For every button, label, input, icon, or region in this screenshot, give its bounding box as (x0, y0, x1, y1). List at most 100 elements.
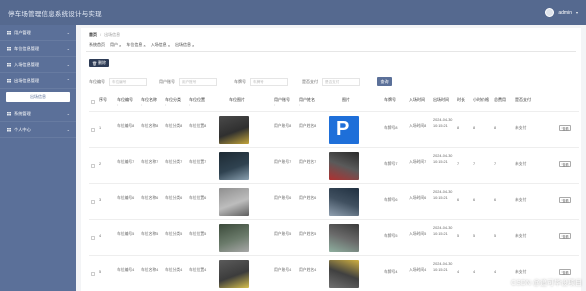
car-image[interactable] (329, 152, 359, 180)
user-account-input[interactable]: 用户账号 (179, 78, 217, 86)
car-image[interactable] (329, 224, 359, 252)
sidebar-item-entry[interactable]: 入场信息管理 ⌄ (0, 57, 76, 73)
user-menu[interactable]: admin ▾ (545, 8, 578, 17)
space-image[interactable] (219, 188, 249, 216)
car-image[interactable]: P (329, 116, 359, 144)
cell-dur: 7 (457, 162, 460, 166)
divider (86, 51, 576, 52)
cell-loc: 车位位置5 (189, 232, 207, 236)
cell-user: 用户账号8 (274, 124, 292, 128)
sidebar-item-users[interactable]: 用户管理 ⌄ (0, 25, 76, 41)
space-image[interactable] (219, 116, 249, 144)
delete-button[interactable]: 🗑 删除 (89, 59, 109, 67)
row-checkbox[interactable] (91, 200, 95, 204)
plate-input[interactable]: 车牌号 (250, 78, 288, 86)
car-image[interactable] (329, 188, 359, 216)
cell-code: 车位编号6 (117, 196, 135, 200)
cell-name: 车位名称5 (141, 232, 159, 236)
cell-cat: 车位分类7 (165, 160, 183, 164)
col-user-account[interactable]: 用户账号 ↕ (274, 97, 290, 107)
search-field-space-code: 车位编号 车位编号 (89, 77, 147, 87)
cell-total: 7 (494, 162, 497, 166)
tab-users[interactable]: 用户 × (110, 42, 121, 48)
cell-price: 6 (473, 198, 476, 202)
cell-uname: 用户姓名6 (299, 196, 317, 200)
cell-idx: 1 (99, 126, 102, 130)
col-paid: 是否支付 (515, 97, 531, 102)
car-image[interactable] (329, 260, 359, 288)
breadcrumb-home[interactable]: 首页 (89, 32, 97, 38)
cell-out: 2024-04-30 10:15:21 (433, 262, 453, 272)
select-all-checkbox[interactable] (91, 100, 95, 104)
view-button[interactable]: ◦ 查看 (559, 197, 571, 203)
row-checkbox[interactable] (91, 272, 95, 276)
cell-price: 4 (473, 270, 476, 274)
cell-cat: 车位分类6 (165, 196, 183, 200)
cell-out: 2024-04-30 10:15:21 (433, 226, 453, 236)
view-button[interactable]: ◦ 查看 (559, 269, 571, 275)
chevron-down-icon: ⌄ (66, 127, 70, 132)
cell-price: 5 (473, 234, 476, 238)
col-exit-time: 出场时间 (433, 97, 449, 102)
row-checkbox[interactable] (91, 128, 95, 132)
cell-uname: 用户姓名7 (299, 160, 317, 164)
chevron-down-icon: ⌄ (66, 30, 70, 35)
search-field-user-account: 用户账号 用户账号 (159, 77, 217, 87)
cell-dur: 8 (457, 126, 460, 130)
paid-input[interactable]: 是否支付 (322, 78, 360, 86)
col-space-location[interactable]: 车位位置 ↕ (189, 97, 205, 107)
cell-plate: 车牌号8 (384, 126, 398, 130)
tag-tabs: 系统首页 用户 × 车位信息 × 入场信息 × 出场信息 × (89, 42, 194, 48)
tab-spaces[interactable]: 车位信息 × (126, 42, 145, 48)
col-space-name[interactable]: 车位名称 ↕ (141, 97, 157, 107)
tab-exit[interactable]: 出场信息 × (175, 42, 194, 48)
grid-icon (7, 127, 11, 132)
main-area: 首页 / 出场信息 系统首页 用户 × 车位信息 × 入场信息 × 出场信息 × 🗑 删除… (76, 25, 586, 291)
col-space-image: 车位图片 (229, 97, 245, 102)
cell-code: 车位编号5 (117, 232, 135, 236)
sidebar-item-spaces[interactable]: 车位信息管理 ⌄ (0, 41, 76, 57)
parking-sign-icon: P (336, 118, 350, 140)
cell-cat: 车位分类8 (165, 124, 183, 128)
sidebar: 用户管理 ⌄ 车位信息管理 ⌄ 入场信息管理 ⌄ 出场信息管理 ⌃ 出场信息 系统管理 ⌄… (0, 25, 76, 291)
top-bar: 停车场管理信息系统设计与实现 admin ▾ (0, 0, 586, 25)
view-button[interactable]: ◦ 查看 (559, 125, 571, 131)
space-code-input[interactable]: 车位编号 (109, 78, 147, 86)
cell-uname: 用户姓名5 (299, 232, 317, 236)
grid-icon (7, 62, 11, 67)
row-checkbox[interactable] (91, 236, 95, 240)
sidebar-item-profile[interactable]: 个人中心 ⌄ (0, 122, 76, 138)
sidebar-subitem-exit-info[interactable]: 出场信息 (6, 92, 70, 102)
space-image[interactable] (219, 260, 249, 288)
cell-cat: 车位分类4 (165, 268, 183, 272)
tab-entry[interactable]: 入场信息 × (151, 42, 170, 48)
cell-name: 车位名称4 (141, 268, 159, 272)
chevron-down-icon: ⌄ (66, 62, 70, 67)
chevron-up-icon: ⌃ (66, 78, 70, 83)
cell-total: 6 (494, 198, 497, 202)
grid-icon (7, 78, 11, 83)
col-space-code[interactable]: 车位编号 ↕ (117, 97, 133, 107)
watermark: CSDN @追可毕设项目 (511, 280, 582, 287)
grid-icon (7, 30, 11, 35)
space-image[interactable] (219, 224, 249, 252)
cell-in: 入场时间8 (409, 124, 427, 128)
row-checkbox[interactable] (91, 164, 95, 168)
col-user-name[interactable]: 用户姓名 ↕ (299, 97, 315, 107)
cell-price: 7 (473, 162, 476, 166)
col-index: 序号 (99, 97, 107, 102)
sidebar-item-exit[interactable]: 出场信息管理 ⌃ (0, 73, 76, 89)
view-button[interactable]: ◦ 查看 (559, 233, 571, 239)
tab-home[interactable]: 系统首页 (89, 42, 105, 48)
view-button[interactable]: ◦ 查看 (559, 161, 571, 167)
close-icon: × (143, 42, 146, 48)
sidebar-item-system[interactable]: 系统管理 ⌄ (0, 106, 76, 122)
cell-loc: 车位位置6 (189, 196, 207, 200)
cell-user: 用户账号6 (274, 196, 292, 200)
col-duration: 时长 (457, 97, 465, 102)
space-image[interactable] (219, 152, 249, 180)
search-button[interactable]: 查询 (377, 77, 392, 86)
cell-price: 8 (473, 126, 476, 130)
table-row: 5 车位编号4 车位名称4 车位分类4 车位位置4 用户账号4 用户姓名4 车牌号4 入场时间4… (89, 255, 579, 291)
col-space-category[interactable]: 车位分类 ↕ (165, 97, 181, 107)
